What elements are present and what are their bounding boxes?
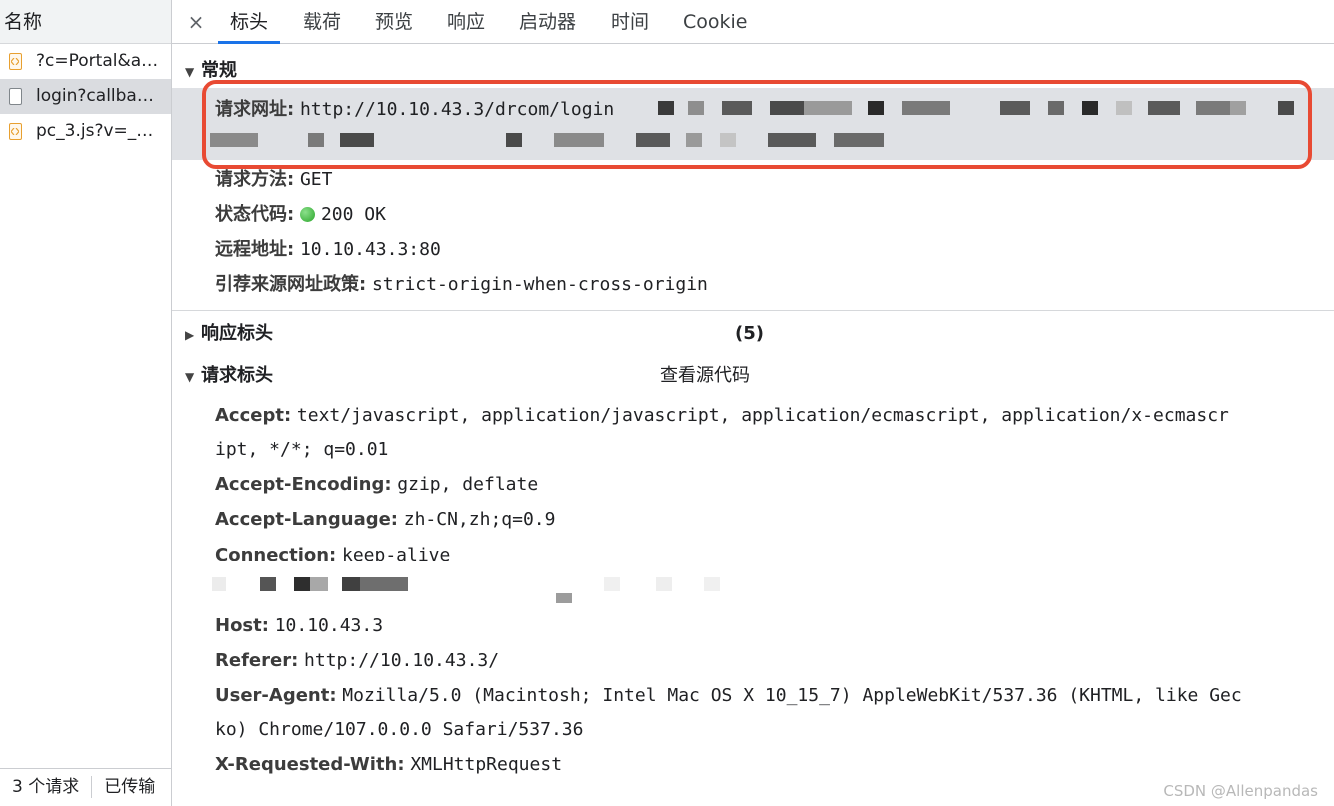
user-agent-row-continued: ko) Chrome/107.0.0.0 Safari/537.36 bbox=[215, 715, 583, 745]
x-requested-with-row: X-Requested-With: XMLHttpRequest bbox=[215, 750, 562, 780]
connection-value[interactable]: keep-alive bbox=[342, 545, 450, 561]
remote-address-row: 远程地址: 10.10.43.3:80 bbox=[215, 235, 441, 265]
tab-response[interactable]: 响应 bbox=[447, 0, 485, 44]
accept-row: Accept: text/javascript, application/jav… bbox=[215, 401, 1229, 431]
user-agent-label: User-Agent: bbox=[215, 685, 337, 706]
request-count: 3 个请求 bbox=[12, 777, 80, 797]
collapsed-triangle-icon: ▶ bbox=[185, 328, 195, 342]
accept-row-continued: ipt, */*; q=0.01 bbox=[215, 435, 388, 465]
accept-language-value[interactable]: zh-CN,zh;q=0.9 bbox=[404, 509, 556, 530]
accept-label: Accept: bbox=[215, 405, 292, 426]
user-agent-value-continued[interactable]: ko) Chrome/107.0.0.0 Safari/537.36 bbox=[215, 719, 583, 740]
accept-encoding-value[interactable]: gzip, deflate bbox=[397, 474, 538, 495]
accept-encoding-label: Accept-Encoding: bbox=[215, 474, 392, 495]
request-method-value[interactable]: GET bbox=[300, 169, 333, 190]
request-details-panel: × 标头 载荷 预览 响应 启动器 时间 Cookie ▼ 常规 请求网址: h… bbox=[172, 0, 1334, 806]
close-icon[interactable]: × bbox=[184, 8, 208, 36]
accept-value[interactable]: text/javascript, application/javascript,… bbox=[297, 405, 1229, 426]
request-item[interactable]: ?c=Portal&a… bbox=[0, 44, 171, 79]
watermark: CSDN @Allenpandas bbox=[1163, 782, 1318, 800]
referrer-policy-value[interactable]: strict-origin-when-cross-origin bbox=[372, 274, 708, 295]
request-item-selected[interactable]: login?callba… bbox=[0, 79, 171, 114]
connection-label: Connection: bbox=[215, 545, 337, 561]
response-headers-count: (5) bbox=[735, 323, 764, 344]
tab-timing[interactable]: 时间 bbox=[611, 0, 649, 44]
status-code-value[interactable]: 200 OK bbox=[321, 204, 386, 225]
status-bar-divider bbox=[91, 776, 93, 798]
response-headers-toggle[interactable]: ▶ 响应标头 bbox=[185, 321, 273, 347]
referrer-policy-label: 引荐来源网址政策: bbox=[215, 274, 367, 295]
host-value[interactable]: 10.10.43.3 bbox=[275, 615, 383, 636]
tab-payload[interactable]: 载荷 bbox=[303, 0, 341, 44]
request-item-name: pc_3.js?v=_… bbox=[36, 121, 154, 141]
tab-preview[interactable]: 预览 bbox=[375, 0, 413, 44]
user-agent-value[interactable]: Mozilla/5.0 (Macintosh; Intel Mac OS X 1… bbox=[342, 685, 1241, 706]
view-source-link[interactable]: 查看源代码 bbox=[660, 363, 750, 389]
status-code-row: 状态代码: 200 OK bbox=[215, 200, 386, 230]
section-divider bbox=[172, 310, 1334, 311]
accept-language-label: Accept-Language: bbox=[215, 509, 399, 530]
referer-label: Referer: bbox=[215, 650, 299, 671]
request-item-name: login?callba… bbox=[36, 86, 154, 106]
response-headers-title: 响应标头 bbox=[201, 323, 273, 344]
tab-cookies[interactable]: Cookie bbox=[683, 0, 748, 44]
script-file-icon bbox=[9, 123, 22, 140]
tab-headers[interactable]: 标头 bbox=[217, 0, 281, 44]
referer-row: Referer: http://10.10.43.3/ bbox=[215, 646, 499, 676]
x-requested-with-value[interactable]: XMLHttpRequest bbox=[410, 754, 562, 775]
request-item[interactable]: pc_3.js?v=_… bbox=[0, 114, 171, 149]
accept-language-row: Accept-Language: zh-CN,zh;q=0.9 bbox=[215, 505, 555, 535]
request-item-name: ?c=Portal&a… bbox=[36, 51, 159, 71]
user-agent-row: User-Agent: Mozilla/5.0 (Macintosh; Inte… bbox=[215, 681, 1242, 711]
status-ok-icon bbox=[299, 207, 315, 222]
expanded-triangle-icon: ▼ bbox=[185, 65, 195, 79]
request-method-label: 请求方法: bbox=[215, 169, 295, 190]
accept-encoding-row: Accept-Encoding: gzip, deflate bbox=[215, 470, 538, 500]
referrer-policy-row: 引荐来源网址政策: strict-origin-when-cross-origi… bbox=[215, 270, 708, 300]
highlight-annotation-box bbox=[202, 80, 1312, 169]
host-label: Host: bbox=[215, 615, 269, 636]
request-headers-title: 请求标头 bbox=[201, 365, 273, 386]
request-method-row: 请求方法: GET bbox=[215, 165, 332, 195]
transferred-size: 已传输 bbox=[104, 777, 156, 797]
details-tab-bar: × 标头 载荷 预览 响应 启动器 时间 Cookie bbox=[172, 0, 1334, 44]
connection-row: Connection: keep-alive bbox=[215, 541, 450, 561]
document-file-icon bbox=[9, 88, 22, 105]
script-file-icon bbox=[9, 53, 22, 70]
host-row: Host: 10.10.43.3 bbox=[215, 611, 383, 641]
request-headers-toggle[interactable]: ▼ 请求标头 bbox=[185, 363, 273, 389]
referer-value[interactable]: http://10.10.43.3/ bbox=[304, 650, 499, 671]
status-code-label: 状态代码: bbox=[215, 204, 295, 225]
remote-address-label: 远程地址: bbox=[215, 239, 295, 260]
remote-address-value[interactable]: 10.10.43.3:80 bbox=[300, 239, 441, 260]
accept-value-continued[interactable]: ipt, */*; q=0.01 bbox=[215, 439, 388, 460]
expanded-triangle-icon: ▼ bbox=[185, 370, 195, 384]
tab-initiator[interactable]: 启动器 bbox=[519, 0, 576, 44]
request-list-panel: 名称 ?c=Portal&a… login?callba… pc_3.js?v=… bbox=[0, 0, 172, 806]
general-section-title: 常规 bbox=[201, 60, 237, 81]
x-requested-with-label: X-Requested-With: bbox=[215, 754, 405, 775]
status-bar: 3 个请求 已传输 bbox=[0, 768, 171, 806]
name-column-header[interactable]: 名称 bbox=[0, 0, 171, 44]
